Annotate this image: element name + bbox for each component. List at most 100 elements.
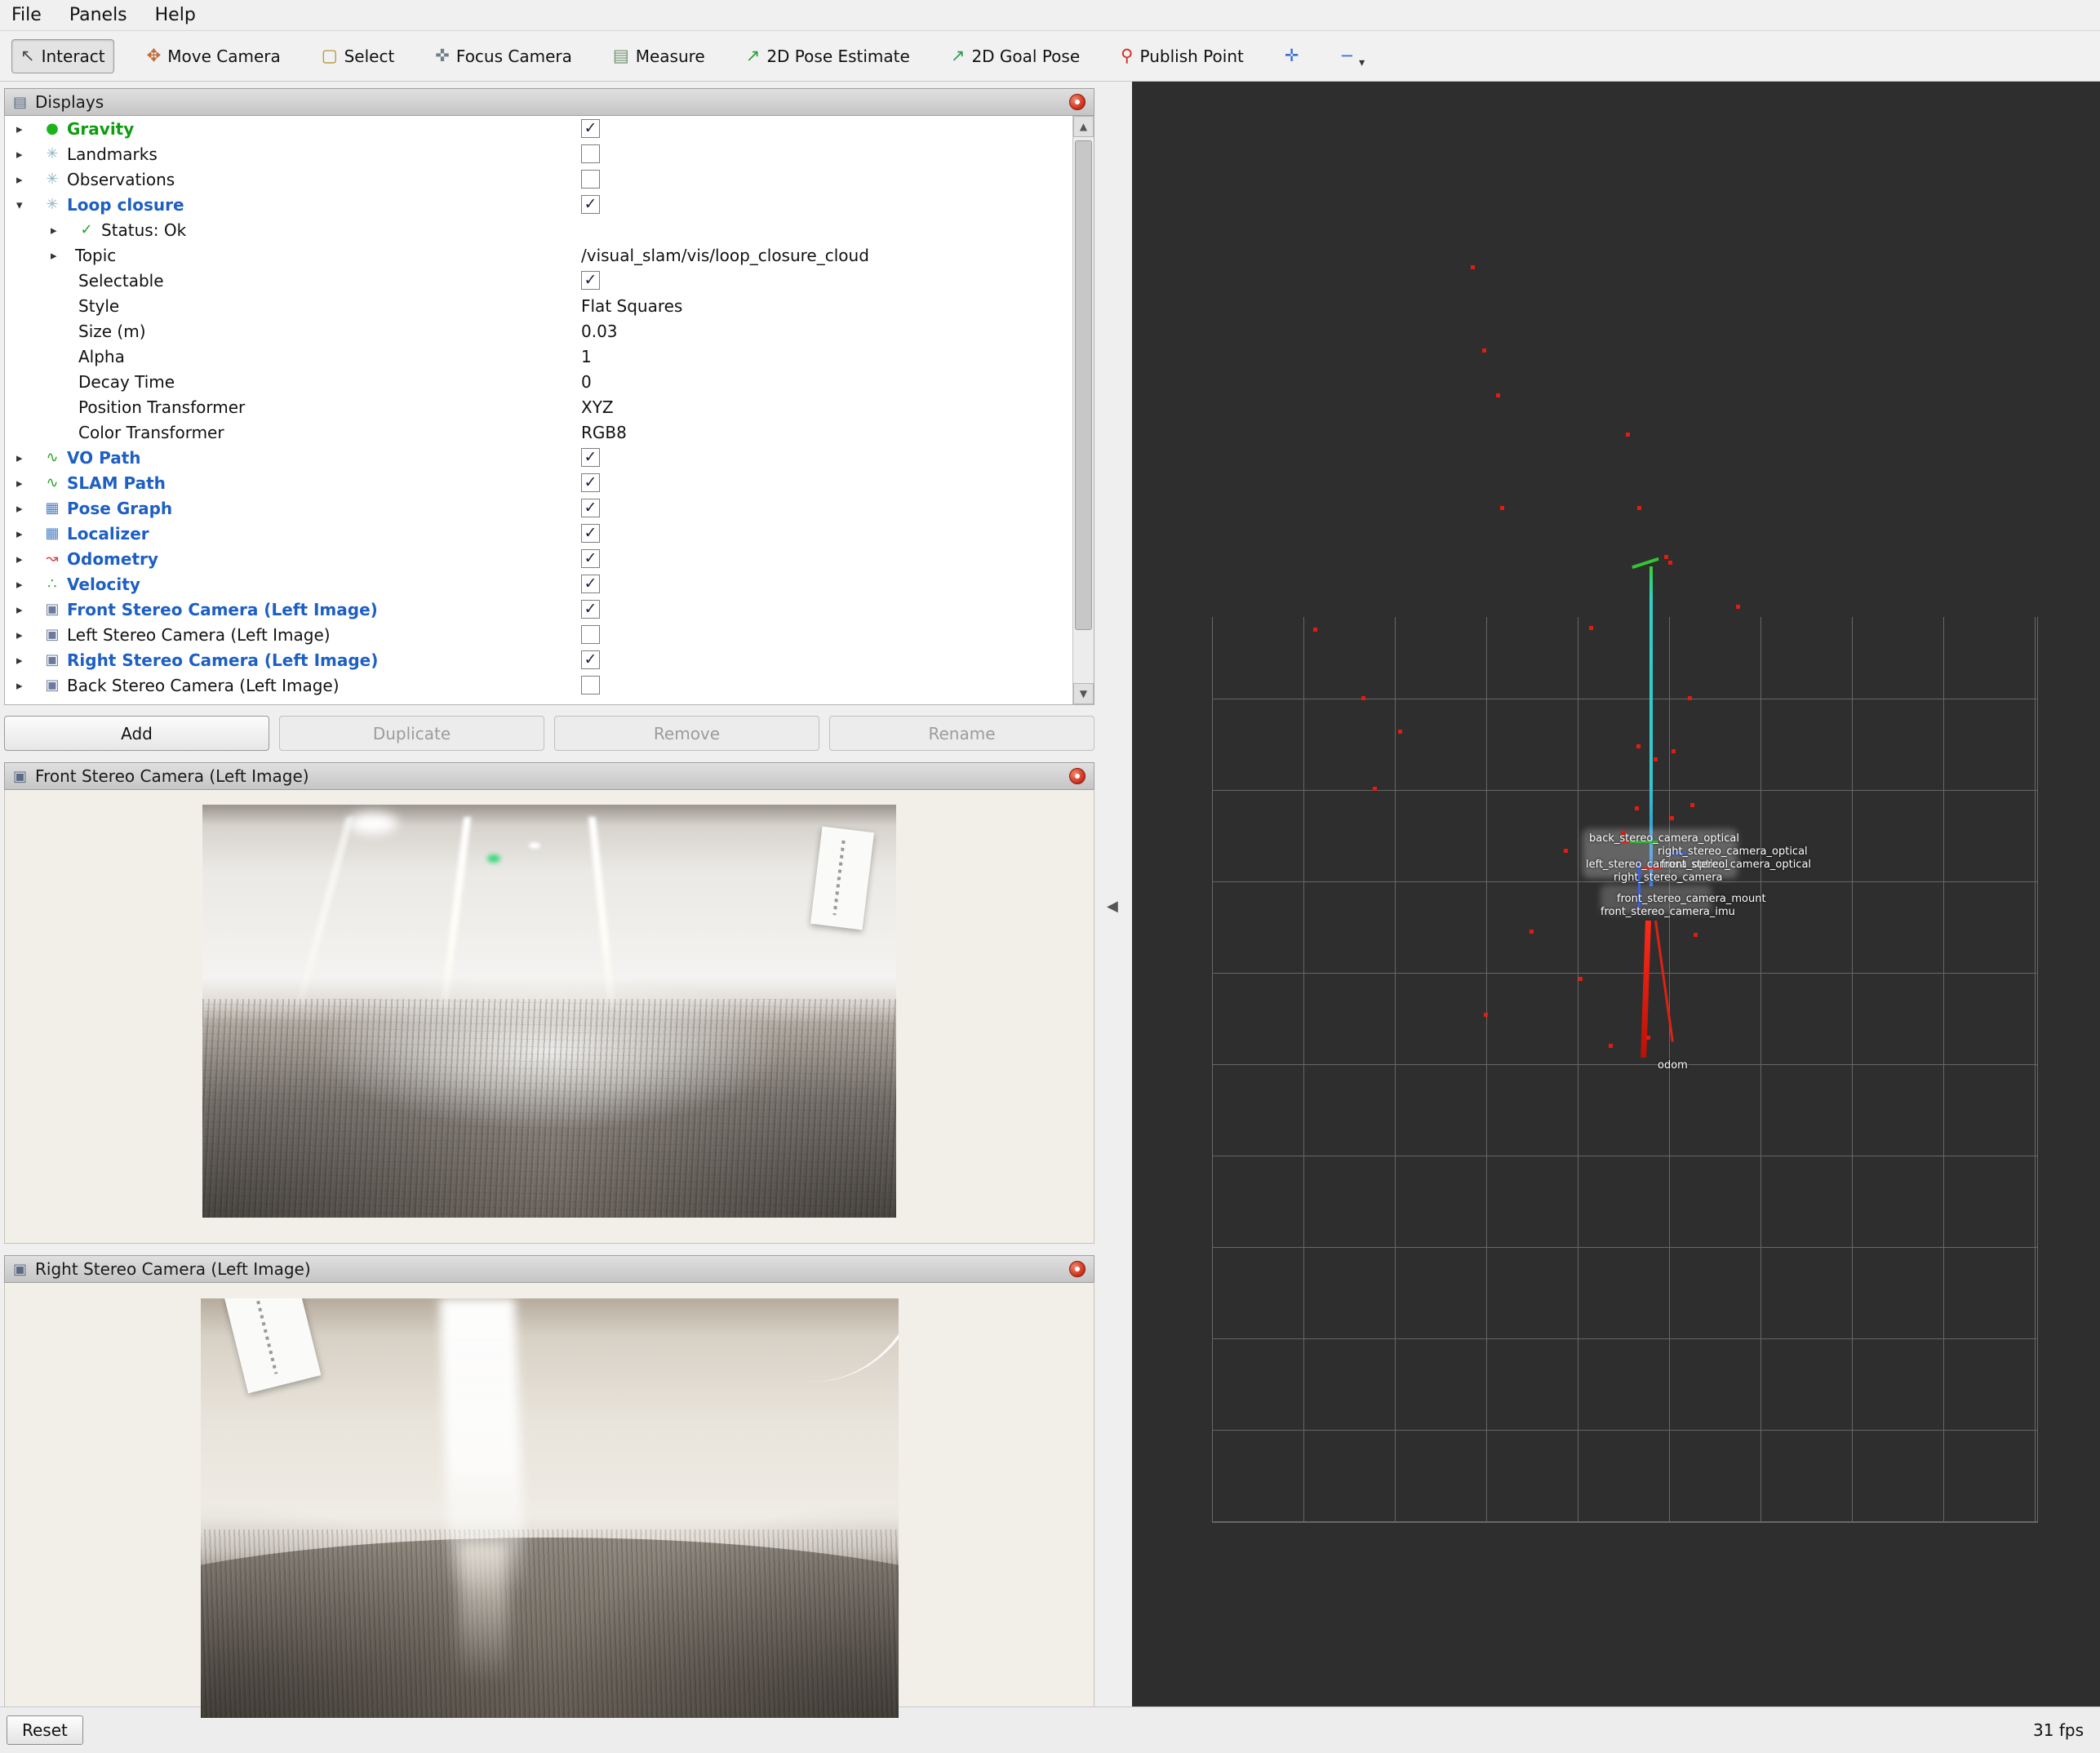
menu-help[interactable]: Help [155,5,196,25]
visibility-checkbox[interactable] [581,144,600,163]
chevron-right-icon[interactable]: ▸ [16,147,41,162]
3d-viewport[interactable]: back_stereo_camera_opticalright_stereo_c… [1132,82,2100,1706]
visibility-checkbox[interactable]: ✓ [581,600,600,619]
display-row-back-stereo-camera-left-image[interactable]: ▸▣Back Stereo Camera (Left Image) [5,672,1072,698]
rename-button[interactable]: Rename [829,716,1094,751]
displays-panel-header[interactable]: ▤ Displays [4,88,1094,116]
display-row-alpha[interactable]: Alpha1 [5,344,1072,369]
visibility-checkbox[interactable] [581,625,600,644]
panel-close-button[interactable] [1069,94,1086,110]
chevron-right-icon[interactable]: ▸ [51,248,75,263]
landmark-point [1496,393,1500,397]
remove-button[interactable]: Remove [554,716,819,751]
tool-focus-camera[interactable]: ✜Focus Camera [427,40,580,73]
property-value[interactable]: Flat Squares [581,296,682,316]
display-row-gravity[interactable]: ▸●Gravity✓ [5,116,1072,141]
display-row-vo-path[interactable]: ▸∿VO Path✓ [5,445,1072,470]
display-row-color-transformer[interactable]: Color TransformerRGB8 [5,419,1072,445]
display-row-style[interactable]: StyleFlat Squares [5,293,1072,318]
tool-remove-tool-minus[interactable]: −▾ [1331,41,1374,71]
tool-label: Select [344,47,395,66]
display-row-odometry[interactable]: ▸↝Odometry✓ [5,546,1072,571]
landmark-point [1373,787,1377,791]
chevron-right-icon[interactable]: ▸ [16,577,41,592]
chevron-right-icon[interactable]: ▸ [16,678,41,693]
display-row-landmarks[interactable]: ▸✳Landmarks [5,141,1072,166]
chevron-right-icon[interactable]: ▸ [16,628,41,642]
landmark-point [1589,626,1593,630]
chevron-down-icon[interactable]: ▾ [16,197,41,212]
visibility-checkbox[interactable] [581,170,600,189]
tool-interact[interactable]: ↖Interact [11,39,114,73]
tool-2d-pose-estimate[interactable]: ↗2D Pose Estimate [738,40,918,73]
scroll-up-icon[interactable]: ▲ [1073,116,1094,137]
property-value[interactable]: 1 [581,347,592,366]
tool-measure[interactable]: ▤Measure [605,40,713,73]
display-row-observations[interactable]: ▸✳Observations [5,166,1072,192]
visibility-checkbox[interactable]: ✓ [581,499,600,517]
tool-2d-goal-pose[interactable]: ↗2D Goal Pose [943,40,1088,73]
display-row-localizer[interactable]: ▸▦Localizer✓ [5,521,1072,546]
property-value[interactable]: 0.03 [581,322,618,341]
chevron-right-icon[interactable]: ▸ [51,223,75,237]
panel-close-button[interactable] [1069,768,1086,784]
display-row-pose-graph[interactable]: ▸▦Pose Graph✓ [5,495,1072,521]
reset-button[interactable]: Reset [7,1715,83,1745]
menu-file[interactable]: File [11,5,42,25]
display-row-left-stereo-camera-left-image[interactable]: ▸▣Left Stereo Camera (Left Image) [5,622,1072,647]
property-value[interactable]: 0 [581,372,592,392]
chevron-right-icon[interactable]: ▸ [16,526,41,541]
collapse-panel-icon[interactable]: ◀ [1107,898,1118,915]
tool-label: Publish Point [1140,47,1244,66]
scroll-down-icon[interactable]: ▼ [1073,683,1094,704]
tool-select[interactable]: ▢Select [313,40,403,73]
scrollbar-thumb[interactable] [1075,140,1092,630]
panel-splitter[interactable]: ◀ [1099,82,1132,1706]
chevron-right-icon[interactable]: ▸ [16,450,41,465]
display-row-decay-time[interactable]: Decay Time0 [5,369,1072,394]
display-row-front-stereo-camera-left-image[interactable]: ▸▣Front Stereo Camera (Left Image)✓ [5,597,1072,622]
visibility-checkbox[interactable]: ✓ [581,119,600,138]
visibility-checkbox[interactable]: ✓ [581,448,600,467]
visibility-checkbox[interactable]: ✓ [581,473,600,492]
visibility-checkbox[interactable]: ✓ [581,650,600,669]
chevron-right-icon[interactable]: ▸ [16,476,41,490]
front-camera-panel-header[interactable]: ▣ Front Stereo Camera (Left Image) [4,762,1094,790]
property-value[interactable]: XYZ [581,397,614,417]
visibility-checkbox[interactable] [581,676,600,695]
display-row-selectable[interactable]: Selectable✓ [5,268,1072,293]
chevron-right-icon[interactable]: ▸ [16,172,41,187]
panel-close-button[interactable] [1069,1261,1086,1277]
chevron-right-icon[interactable]: ▸ [16,122,41,136]
visibility-checkbox[interactable]: ✓ [581,524,600,543]
display-row-right-stereo-camera-left-image[interactable]: ▸▣Right Stereo Camera (Left Image)✓ [5,647,1072,672]
tree-scrollbar[interactable]: ▲ ▼ [1072,116,1094,704]
property-value[interactable]: /visual_slam/vis/loop_closure_cloud [581,246,869,265]
chevron-right-icon[interactable]: ▸ [16,552,41,566]
display-row-status-ok[interactable]: ▸✓Status: Ok [5,217,1072,242]
display-row-velocity[interactable]: ▸∴Velocity✓ [5,571,1072,597]
chevron-right-icon[interactable]: ▸ [16,501,41,516]
display-row-topic[interactable]: ▸Topic/visual_slam/vis/loop_closure_clou… [5,242,1072,268]
property-value[interactable]: RGB8 [581,423,627,442]
chevron-right-icon[interactable]: ▸ [16,602,41,617]
tool-add-tool-plus[interactable]: ✛ [1276,41,1308,71]
camera-image-icon: ▣ [41,601,64,618]
duplicate-button[interactable]: Duplicate [279,716,544,751]
visibility-checkbox[interactable]: ✓ [581,271,600,290]
display-row-loop-closure[interactable]: ▾✳Loop closure✓ [5,192,1072,217]
visibility-checkbox[interactable]: ✓ [581,549,600,568]
display-row-slam-path[interactable]: ▸∿SLAM Path✓ [5,470,1072,495]
tool-move-camera[interactable]: ✥Move Camera [139,40,289,73]
add-button[interactable]: Add [4,716,269,751]
tool-publish-point[interactable]: ⚲Publish Point [1112,40,1252,73]
display-row-label: Localizer [67,524,149,544]
visibility-checkbox[interactable]: ✓ [581,195,600,214]
chevron-right-icon[interactable]: ▸ [16,653,41,668]
right-camera-panel-header[interactable]: ▣ Right Stereo Camera (Left Image) [4,1255,1094,1283]
visibility-checkbox[interactable]: ✓ [581,575,600,593]
display-row-size-m[interactable]: Size (m)0.03 [5,318,1072,344]
menu-panels[interactable]: Panels [69,5,127,25]
landmark-point [1694,933,1698,937]
display-row-position-transformer[interactable]: Position TransformerXYZ [5,394,1072,419]
